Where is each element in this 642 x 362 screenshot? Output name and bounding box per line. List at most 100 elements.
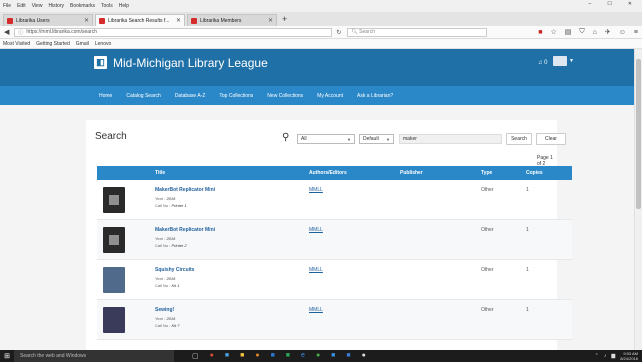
- menu-history[interactable]: History: [48, 3, 64, 9]
- nav-new-collections[interactable]: New Collections: [267, 93, 303, 99]
- menu-help[interactable]: Help: [119, 3, 129, 9]
- bookmark-most-visited[interactable]: Most Visited: [3, 41, 30, 47]
- task-view-icon[interactable]: ▢: [192, 352, 199, 360]
- tab-close-icon[interactable]: ✕: [84, 17, 89, 24]
- url-bar[interactable]: ⓘ https://mml.librarika.com/search: [14, 27, 333, 37]
- author-link[interactable]: MMLL: [309, 307, 323, 313]
- word-icon[interactable]: ■: [271, 352, 275, 360]
- toolbar-icons: ■ ☆ ▤ ⛉ ⌂ ✈ ☺ ≡: [538, 28, 638, 36]
- clear-button[interactable]: Clear: [536, 133, 566, 145]
- search-icon: ⚲: [282, 132, 290, 143]
- share-icon[interactable]: ✈: [605, 28, 611, 36]
- bookmark-gmail[interactable]: Gmail: [76, 41, 89, 47]
- file-explorer-icon[interactable]: ■: [240, 352, 244, 360]
- menu-icon[interactable]: ≡: [634, 29, 638, 36]
- window-controls: – ☐ ✕: [589, 1, 638, 7]
- tab-search-results[interactable]: Librarika Search Results f... ✕: [95, 14, 185, 26]
- favicon-icon: [7, 17, 13, 24]
- edge-icon[interactable]: e: [301, 352, 305, 360]
- item-thumbnail[interactable]: [103, 227, 125, 253]
- item-title-link[interactable]: MakerBot Replicator Mini: [155, 187, 215, 193]
- item-thumbnail[interactable]: [103, 267, 125, 293]
- item-title-link[interactable]: Sewing!: [155, 307, 174, 313]
- menu-bookmarks[interactable]: Bookmarks: [70, 3, 95, 9]
- author-link[interactable]: MMLL: [309, 227, 323, 233]
- results-table-header: Title Authors/Editors Publisher Type Cop…: [97, 166, 572, 180]
- table-row: Sewing! Year : 2016 Call No : Kit 7 MMLL…: [97, 300, 572, 340]
- reading-list-icon[interactable]: ▤: [565, 28, 572, 36]
- author-link[interactable]: MMLL: [309, 267, 323, 273]
- nav-top-collections[interactable]: Top Collections: [219, 93, 253, 99]
- call-value: Printer 2: [171, 243, 187, 248]
- library-logo-icon[interactable]: ◧: [94, 56, 107, 69]
- header-authors[interactable]: Authors/Editors: [309, 170, 347, 176]
- maximize-icon[interactable]: ☐: [607, 1, 611, 7]
- year-label: Year :: [155, 236, 166, 241]
- new-tab-icon[interactable]: +: [282, 14, 287, 24]
- excel-icon[interactable]: ■: [286, 352, 290, 360]
- home-icon[interactable]: ⌂: [593, 29, 597, 36]
- reload-icon[interactable]: ↻: [336, 29, 341, 36]
- item-thumbnail[interactable]: [103, 187, 125, 213]
- browser-search-input[interactable]: 🔍︎ Search: [347, 27, 488, 37]
- item-thumbnail[interactable]: [103, 307, 125, 333]
- chrome-icon[interactable]: ●: [316, 352, 320, 360]
- sort-select[interactable]: Default ▼: [359, 134, 394, 144]
- call-label: Call No :: [155, 283, 171, 288]
- network-icon[interactable]: ▆: [611, 353, 615, 359]
- store-icon[interactable]: ■: [225, 352, 229, 360]
- firefox-icon[interactable]: ●: [255, 352, 259, 360]
- header-type[interactable]: Type: [481, 170, 492, 176]
- item-title-link[interactable]: MakerBot Replicator Mini: [155, 227, 215, 233]
- item-year: Year : 2016: [155, 276, 175, 281]
- nav-my-account[interactable]: My Account: [317, 93, 343, 99]
- app-icon-2[interactable]: ■: [331, 352, 335, 360]
- nav-database-a-z[interactable]: Database A-Z: [175, 93, 206, 99]
- nav-catalog-search[interactable]: Catalog Search: [126, 93, 160, 99]
- pocket-icon[interactable]: ⛉: [579, 28, 584, 36]
- nav-ask-a-librarian[interactable]: Ask a Librarian?: [357, 93, 393, 99]
- menu-edit[interactable]: Edit: [17, 3, 26, 9]
- extension-icon[interactable]: ■: [538, 29, 542, 36]
- header-copies[interactable]: Copies: [526, 170, 543, 176]
- year-value: 2016: [166, 236, 176, 241]
- back-icon[interactable]: ◀: [4, 28, 9, 36]
- bookmark-lenovo[interactable]: Lenovo: [95, 41, 111, 47]
- search-button[interactable]: Search: [506, 133, 532, 145]
- menu-file[interactable]: File: [3, 3, 11, 9]
- taskbar-search-input[interactable]: Search the web and Windows: [14, 350, 174, 362]
- site-title[interactable]: Mid-Michigan Library League: [113, 56, 268, 70]
- tab-close-icon[interactable]: ✕: [268, 17, 273, 24]
- bookmark-getting-started[interactable]: Getting Started: [36, 41, 70, 47]
- hello-icon[interactable]: ☺: [619, 29, 626, 36]
- author-link[interactable]: MMLL: [309, 187, 323, 193]
- app-icon-3[interactable]: ■: [346, 352, 350, 360]
- menu-view[interactable]: View: [32, 3, 43, 9]
- header-publisher[interactable]: Publisher: [400, 170, 423, 176]
- menu-tools[interactable]: Tools: [101, 3, 113, 9]
- app-icon-1[interactable]: ●: [210, 352, 214, 360]
- search-field-select[interactable]: All ▼: [297, 134, 355, 144]
- volume-icon[interactable]: ♪: [604, 353, 607, 359]
- windows-start-icon[interactable]: ⊞: [0, 350, 14, 362]
- page-scrollbar[interactable]: [634, 49, 642, 350]
- bookmark-star-icon[interactable]: ☆: [550, 28, 556, 36]
- chevron-up-icon[interactable]: ⌃: [595, 353, 599, 359]
- tab-close-icon[interactable]: ✕: [176, 17, 181, 24]
- chevron-down-icon[interactable]: ▼: [569, 58, 574, 64]
- notification-count[interactable]: ♫ 0: [538, 60, 548, 66]
- scrollbar-thumb[interactable]: [636, 59, 641, 209]
- clock[interactable]: 9:53 AM 8/24/2016: [620, 351, 638, 361]
- app-icon-4[interactable]: ●: [362, 352, 366, 360]
- avatar[interactable]: [553, 56, 567, 66]
- nav-home[interactable]: Home: [99, 93, 112, 99]
- header-title[interactable]: Title: [155, 170, 165, 176]
- item-title-link[interactable]: Squishy Circuits: [155, 267, 194, 273]
- page-content: Search ⚲ All ▼ Default ▼ Search Clear Pa…: [0, 105, 634, 360]
- close-icon[interactable]: ✕: [628, 1, 632, 7]
- search-input[interactable]: [399, 134, 502, 144]
- item-call-no: Call No : Kit 7: [155, 323, 179, 328]
- tab-librarika-users[interactable]: Librarika Users ✕: [3, 14, 93, 26]
- tab-librarika-members[interactable]: Librarika Members ✕: [187, 14, 277, 26]
- minimize-icon[interactable]: –: [589, 1, 592, 7]
